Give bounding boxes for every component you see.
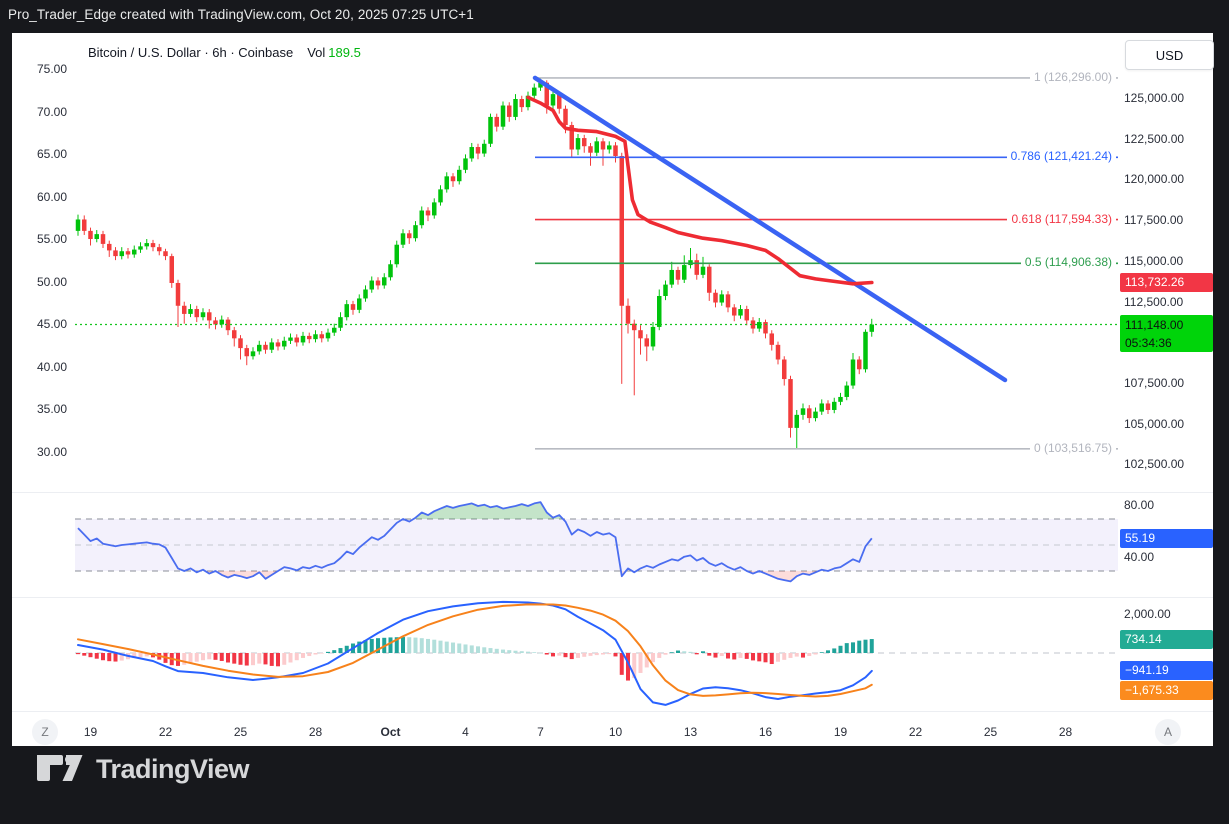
rsi-value-tag: 55.19 <box>1120 529 1213 548</box>
macd-signal-value-tag: −1,675.33 <box>1120 681 1213 700</box>
time-axis-label: 4 <box>444 725 488 739</box>
currency-button[interactable]: USD <box>1125 40 1214 70</box>
volume-label: Vol <box>307 45 325 60</box>
time-axis-label: 19 <box>69 725 113 739</box>
attribution-bar: Pro_Trader_Edge created with TradingView… <box>0 0 1229 33</box>
time-axis-label: 28 <box>294 725 338 739</box>
time-axis-label: Oct <box>369 725 413 739</box>
macd-hist-value-tag: 734.14 <box>1120 630 1213 649</box>
current-price-value: 111,148.00 <box>1125 316 1213 334</box>
price-scale-label: 117,500.00 <box>1124 213 1214 227</box>
timezone-button[interactable]: Z <box>32 719 58 745</box>
candle-countdown: 05:34:36 <box>1125 334 1213 352</box>
left-scale-label: 65.00 <box>0 147 67 161</box>
rsi-scale-label: 80.00 <box>1124 498 1214 512</box>
volume-value: 189.5 <box>328 45 361 60</box>
chart-panel <box>12 33 1213 746</box>
time-axis-label: 10 <box>594 725 638 739</box>
fib-level-label: 0.618 (117,594.33) <box>840 212 1116 226</box>
macd-scale-label: 2,000.00 <box>1124 607 1214 621</box>
tradingview-logo[interactable]: TradingView <box>33 750 249 788</box>
time-axis-label: 7 <box>519 725 563 739</box>
time-axis-label: 28 <box>1044 725 1088 739</box>
tradingview-logo-text: TradingView <box>96 754 249 785</box>
fib-level-label: 0.786 (121,421.24) <box>840 149 1116 163</box>
left-scale-label: 75.00 <box>0 62 67 76</box>
autoscale-button[interactable]: A <box>1155 719 1181 745</box>
time-axis-label: 19 <box>819 725 863 739</box>
symbol-title: Bitcoin / U.S. Dollar · 6h · Coinbase <box>88 45 293 60</box>
left-scale-label: 45.00 <box>0 317 67 331</box>
time-axis-label: 13 <box>669 725 713 739</box>
left-scale-label: 50.00 <box>0 275 67 289</box>
rsi-scale-label: 40.00 <box>1124 550 1214 564</box>
time-axis-label: 25 <box>969 725 1013 739</box>
price-scale-label: 112,500.00 <box>1124 295 1214 309</box>
fib-level-label: 0.5 (114,906.38) <box>840 255 1116 269</box>
price-scale-label: 125,000.00 <box>1124 91 1214 105</box>
macd-line-value-tag: −941.19 <box>1120 661 1213 680</box>
left-scale-label: 60.00 <box>0 190 67 204</box>
left-scale-label: 70.00 <box>0 105 67 119</box>
time-axis-label: 25 <box>219 725 263 739</box>
price-scale-label: 115,000.00 <box>1124 254 1214 268</box>
price-scale-label: 122,500.00 <box>1124 132 1214 146</box>
left-scale-label: 55.00 <box>0 232 67 246</box>
red-line-value-tag: 113,732.26 <box>1120 273 1213 292</box>
chart-legend[interactable]: Bitcoin / U.S. Dollar · 6h · Coinbase Vo… <box>88 45 361 60</box>
fib-level-label: 0 (103,516.75) <box>840 441 1116 455</box>
time-axis-label: 22 <box>894 725 938 739</box>
price-scale-label: 105,000.00 <box>1124 417 1214 431</box>
attribution-text: Pro_Trader_Edge created with TradingView… <box>8 7 474 22</box>
left-scale-label: 35.00 <box>0 402 67 416</box>
left-scale-label: 30.00 <box>0 445 67 459</box>
current-price-tag: 111,148.00 05:34:36 <box>1120 315 1213 352</box>
time-axis-label: 22 <box>144 725 188 739</box>
tradingview-logo-icon <box>33 750 85 788</box>
time-axis-label: 16 <box>744 725 788 739</box>
left-scale-label: 40.00 <box>0 360 67 374</box>
price-scale-label: 102,500.00 <box>1124 457 1214 471</box>
price-scale-label: 107,500.00 <box>1124 376 1214 390</box>
tradingview-snapshot: Pro_Trader_Edge created with TradingView… <box>0 0 1229 824</box>
price-scale-label: 120,000.00 <box>1124 172 1214 186</box>
fib-level-label: 1 (126,296.00) <box>840 70 1116 84</box>
